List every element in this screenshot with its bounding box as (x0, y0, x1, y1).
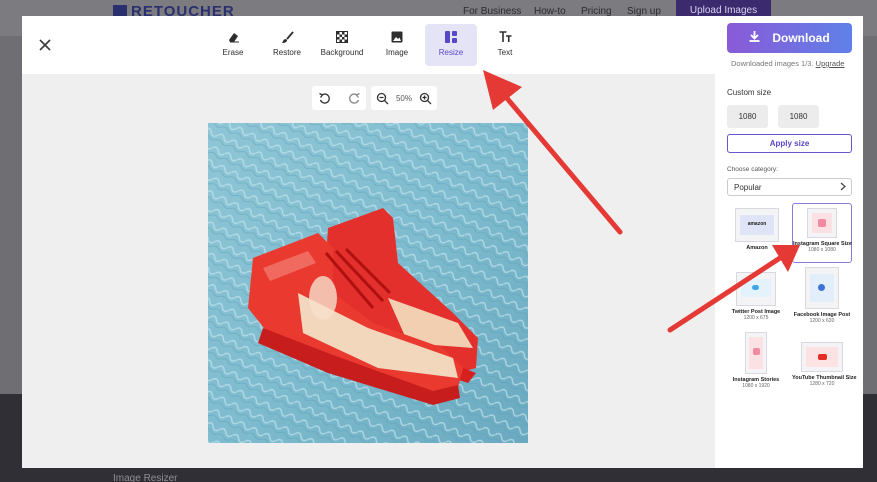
chevron-right-icon (840, 182, 846, 193)
text-icon (498, 30, 512, 44)
undo-redo-group (312, 86, 366, 110)
instagram-square-thumbnail (807, 208, 837, 238)
tool-image-label: Image (385, 48, 409, 57)
tool-restore-label: Restore (272, 48, 301, 57)
tool-text-label: Text (497, 48, 513, 57)
instagram-icon (753, 348, 760, 355)
youtube-icon (818, 354, 827, 360)
download-quota-text: Downloaded images 1/3. (731, 59, 814, 68)
editor-toolbar: Erase Restore Background Image Resize Te… (207, 24, 533, 66)
editor-modal: Erase Restore Background Image Resize Te… (22, 16, 863, 468)
tool-background-label: Background (320, 48, 364, 57)
upgrade-link[interactable]: Upgrade (816, 59, 845, 68)
tool-resize[interactable]: Resize (425, 24, 477, 66)
tool-resize-label: Resize (438, 48, 464, 57)
zoom-controls: 50% (371, 86, 437, 110)
tool-background[interactable]: Background (315, 24, 369, 66)
product-photo-sneaker (208, 123, 528, 443)
tool-text[interactable]: Text (479, 24, 531, 66)
preset-dims: 1080 x 1920 (742, 383, 770, 389)
redo-icon (348, 92, 360, 104)
amazon-logo: amazon (747, 221, 767, 227)
zoom-in-icon (419, 92, 432, 104)
amazon-thumbnail: amazon (735, 208, 779, 242)
preset-youtube-thumbnail[interactable]: YouTube Thumbnail Size 1280 x 720 (792, 342, 857, 387)
undo-button[interactable] (312, 86, 336, 110)
tool-erase-label: Erase (222, 48, 244, 57)
preset-dims: 1200 x 630 (809, 318, 835, 324)
image-icon (390, 30, 404, 44)
preset-dims: 1280 x 720 (809, 381, 835, 387)
checker-icon (335, 30, 349, 44)
preset-name: Amazon (746, 245, 768, 251)
close-button[interactable] (36, 36, 54, 54)
layout-icon (444, 30, 458, 44)
download-quota-note: Downloaded images 1/3. Upgrade (731, 59, 844, 68)
zoom-out-icon (376, 92, 389, 104)
facebook-thumbnail (805, 267, 839, 309)
canvas-area: 50% (22, 74, 715, 468)
download-icon (749, 31, 760, 45)
preset-instagram-stories[interactable]: Instagram Stories 1080 x 1920 (726, 332, 786, 389)
preset-facebook-image-post[interactable]: Facebook Image Post 1200 x 630 (792, 267, 852, 324)
category-selected-value: Popular (734, 182, 762, 192)
custom-size-title: Custom size (727, 88, 772, 97)
preset-dims: 1200 x 675 (743, 315, 769, 321)
eraser-icon (226, 30, 240, 44)
tool-restore[interactable]: Restore (261, 24, 313, 66)
apply-size-button[interactable]: Apply size (727, 134, 852, 153)
youtube-thumbnail (801, 342, 843, 372)
twitter-thumbnail (736, 272, 776, 306)
category-select[interactable]: Popular (727, 178, 852, 196)
undo-icon (318, 92, 330, 104)
tool-erase[interactable]: Erase (207, 24, 259, 66)
width-input[interactable]: 1080 (727, 105, 768, 128)
zoom-in-button[interactable] (414, 86, 437, 110)
zoom-out-button[interactable] (371, 86, 394, 110)
footer-image-resizer-link[interactable]: Image Resizer (113, 473, 177, 482)
choose-category-label: Choose category: (727, 166, 778, 173)
download-label: Download (772, 31, 830, 45)
preset-twitter-post[interactable]: Twitter Post Image 1200 x 675 (726, 272, 786, 321)
preset-dims: 1080 x 1080 (808, 247, 836, 253)
tool-image[interactable]: Image (371, 24, 423, 66)
preset-amazon[interactable]: amazon Amazon (727, 208, 787, 251)
redo-button[interactable] (342, 86, 366, 110)
zoom-level: 50% (395, 93, 412, 103)
twitter-icon (752, 285, 759, 290)
facebook-icon (818, 284, 825, 291)
preset-instagram-square[interactable]: Instagram Square Size 1080 x 1080 (792, 203, 852, 263)
instagram-icon (818, 219, 826, 227)
height-input[interactable]: 1080 (778, 105, 819, 128)
download-button[interactable]: Download (727, 23, 852, 53)
close-icon (39, 39, 51, 51)
instagram-stories-thumbnail (745, 332, 767, 374)
brush-icon (280, 30, 294, 44)
